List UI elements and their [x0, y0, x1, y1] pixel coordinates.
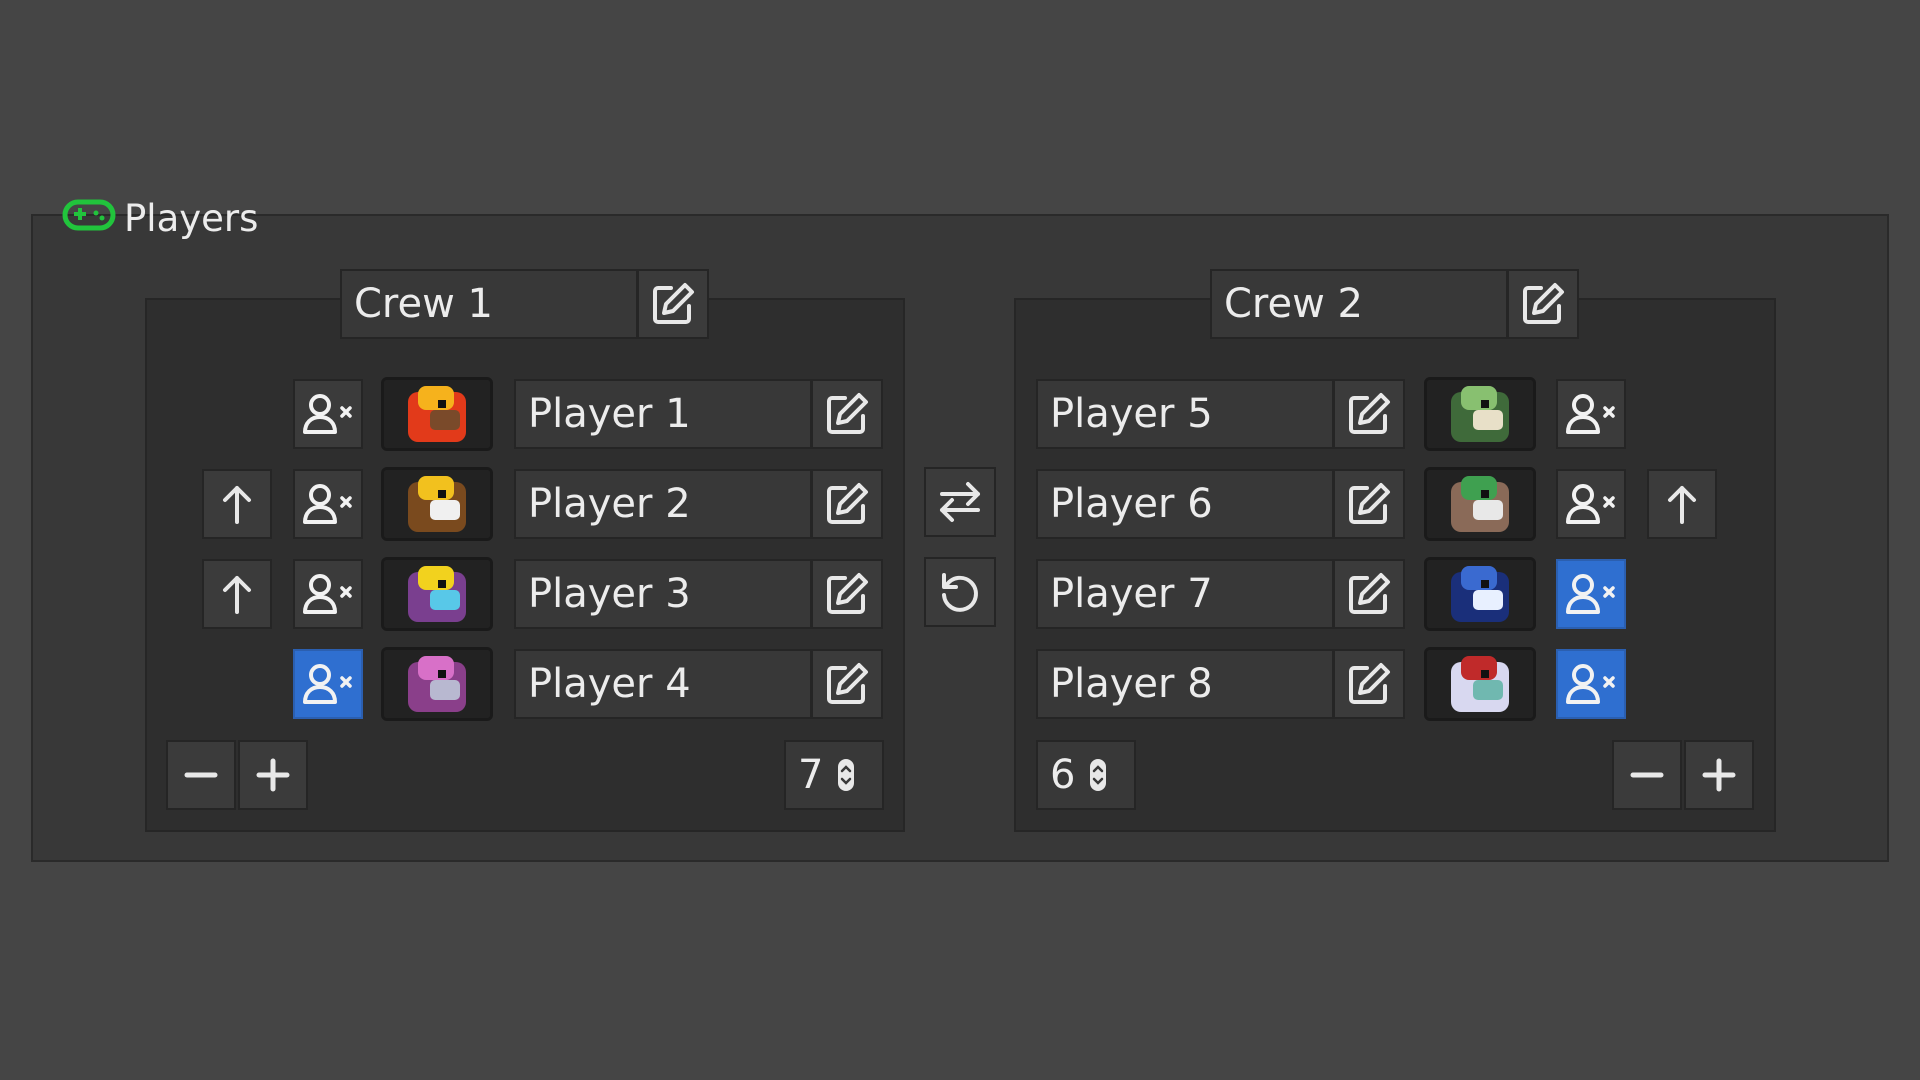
beast-avatar-art — [384, 470, 490, 538]
crew1-player3-avatar[interactable] — [381, 557, 493, 631]
crew2-player2-move-up-button[interactable] — [1647, 469, 1717, 539]
crew1-add-player-button[interactable] — [238, 740, 308, 810]
reset-icon — [942, 573, 978, 612]
crew2-remove-player-button[interactable] — [1612, 740, 1682, 810]
crew2-edit-button[interactable] — [1507, 269, 1579, 339]
gamepad-icon — [62, 197, 116, 240]
crew2-name-field[interactable]: Crew 2 — [1210, 269, 1508, 339]
crew2-player4-name-field[interactable]: Player 8 — [1036, 649, 1334, 719]
edit-icon — [827, 573, 868, 614]
crew1-player3-edit-button[interactable] — [811, 559, 883, 629]
crew2-count-spinner[interactable]: 6 — [1036, 740, 1136, 810]
crew2-player4-avatar[interactable] — [1424, 647, 1536, 721]
ram-avatar-art — [1427, 470, 1533, 538]
user-remove-icon — [1566, 574, 1615, 614]
crew2-player2-edit-button[interactable] — [1333, 469, 1405, 539]
swap-crews-button[interactable] — [924, 467, 996, 537]
edit-icon — [653, 283, 694, 324]
panel-header: Players — [62, 196, 258, 240]
user-remove-icon — [303, 394, 352, 434]
orca-avatar-art — [1427, 560, 1533, 628]
edit-icon — [827, 483, 868, 524]
user-remove-icon — [303, 484, 352, 524]
crew1-player3-remove-button[interactable] — [293, 559, 363, 629]
crew1-player4-name-field[interactable]: Player 4 — [514, 649, 812, 719]
bird-avatar-art — [384, 560, 490, 628]
edit-icon — [1523, 283, 1564, 324]
crew2-player4-remove-button[interactable] — [1556, 649, 1626, 719]
crew2-player2-remove-button[interactable] — [1556, 469, 1626, 539]
panel-title: Players — [124, 196, 259, 240]
user-remove-icon — [303, 664, 352, 704]
arrow-up-icon — [223, 576, 251, 614]
crew1-player1-name-field[interactable]: Player 1 — [514, 379, 812, 449]
crew1-player2-avatar[interactable] — [381, 467, 493, 541]
lion-avatar-art — [384, 380, 490, 448]
crew1-name-field[interactable]: Crew 1 — [340, 269, 638, 339]
crew2-player3-avatar[interactable] — [1424, 557, 1536, 631]
bear-avatar-art — [1427, 650, 1533, 718]
crew2-player1-avatar[interactable] — [1424, 377, 1536, 451]
crew2-player2-name-field[interactable]: Player 6 — [1036, 469, 1334, 539]
crew2-add-player-button[interactable] — [1684, 740, 1754, 810]
crew2-player1-remove-button[interactable] — [1556, 379, 1626, 449]
crew2-player4-edit-button[interactable] — [1333, 649, 1405, 719]
minus-icon — [184, 772, 218, 778]
crew1-player3-move-up-button[interactable] — [202, 559, 272, 629]
arrow-up-icon — [1668, 486, 1696, 524]
user-remove-icon — [1566, 394, 1615, 434]
spinner-arrows-icon — [838, 759, 855, 791]
crew2-player1-name-field[interactable]: Player 5 — [1036, 379, 1334, 449]
frog-avatar-art — [1427, 380, 1533, 448]
edit-icon — [827, 393, 868, 434]
crew1-player4-remove-button[interactable] — [293, 649, 363, 719]
crew2-player2-avatar[interactable] — [1424, 467, 1536, 541]
plus-icon — [256, 758, 290, 792]
edit-icon — [1349, 663, 1390, 704]
plus-icon — [1702, 758, 1736, 792]
crew1-edit-button[interactable] — [637, 269, 709, 339]
crew1-player2-move-up-button[interactable] — [202, 469, 272, 539]
edit-icon — [1349, 573, 1390, 614]
arrow-up-icon — [223, 486, 251, 524]
edit-icon — [1349, 483, 1390, 524]
user-remove-icon — [303, 574, 352, 614]
crew1-player1-avatar[interactable] — [381, 377, 493, 451]
edit-icon — [1349, 393, 1390, 434]
crew1-remove-player-button[interactable] — [166, 740, 236, 810]
user-remove-icon — [1566, 484, 1615, 524]
crew2-player3-remove-button[interactable] — [1556, 559, 1626, 629]
crew1-player4-avatar[interactable] — [381, 647, 493, 721]
imp-avatar-art — [384, 650, 490, 718]
crew1-player1-remove-button[interactable] — [293, 379, 363, 449]
crew1-player2-name-field[interactable]: Player 2 — [514, 469, 812, 539]
crew2-player1-edit-button[interactable] — [1333, 379, 1405, 449]
crew1-count-spinner[interactable]: 7 — [784, 740, 884, 810]
crew1-player4-edit-button[interactable] — [811, 649, 883, 719]
spinner-arrows-icon — [1090, 759, 1107, 791]
crew2-player3-edit-button[interactable] — [1333, 559, 1405, 629]
user-remove-icon — [1566, 664, 1615, 704]
crew2-count-value: 6 — [1050, 752, 1076, 798]
minus-icon — [1630, 772, 1664, 778]
reset-button[interactable] — [924, 557, 996, 627]
swap-icon — [940, 482, 980, 522]
crew1-player2-remove-button[interactable] — [293, 469, 363, 539]
crew1-player2-edit-button[interactable] — [811, 469, 883, 539]
edit-icon — [827, 663, 868, 704]
crew1-count-value: 7 — [798, 752, 824, 798]
crew2-player3-name-field[interactable]: Player 7 — [1036, 559, 1334, 629]
crew1-player3-name-field[interactable]: Player 3 — [514, 559, 812, 629]
crew1-player1-edit-button[interactable] — [811, 379, 883, 449]
